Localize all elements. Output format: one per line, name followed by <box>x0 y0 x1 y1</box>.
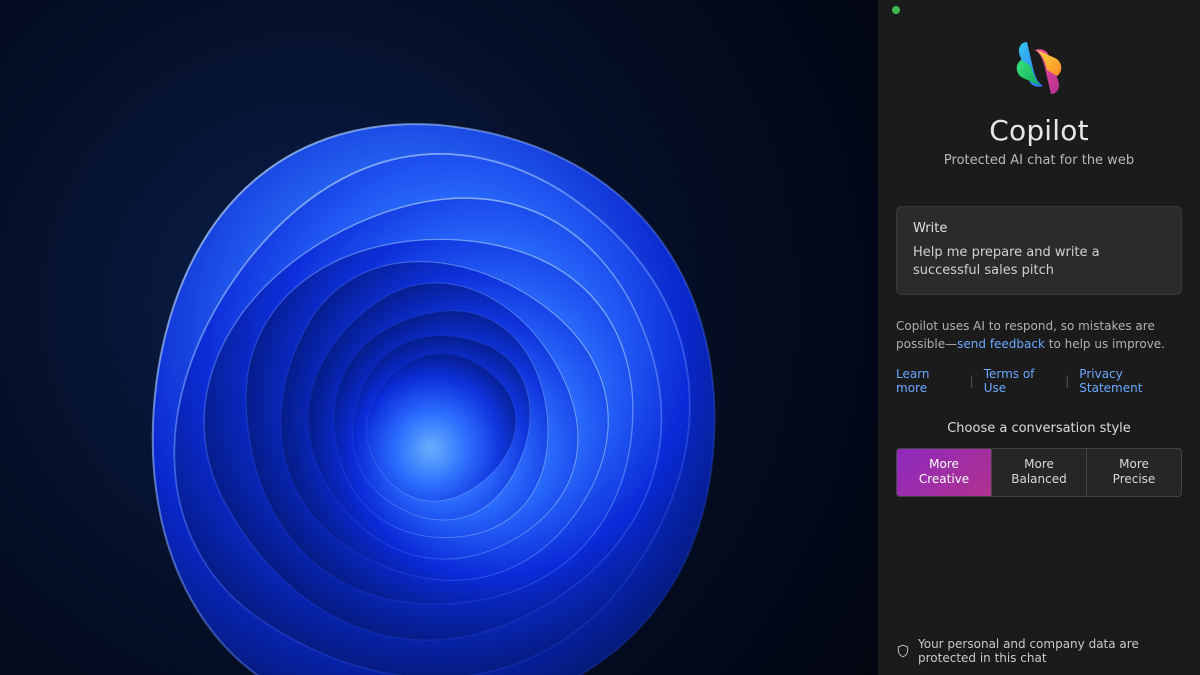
brand-block: Copilot Protected AI chat for the web <box>896 36 1182 168</box>
card-body: Help me prepare and write a successful s… <box>913 244 1165 280</box>
protection-text: Your personal and company data are prote… <box>918 637 1182 665</box>
shield-icon <box>896 644 910 658</box>
style-option-precise[interactable]: More Precise <box>1086 449 1181 496</box>
desktop-wallpaper[interactable] <box>0 0 878 675</box>
card-title: Write <box>913 221 1165 236</box>
disclaimer-suffix: to help us improve. <box>1045 337 1165 351</box>
separator: | <box>1065 374 1069 388</box>
style-option-line1: More <box>901 457 987 472</box>
style-option-line2: Balanced <box>996 472 1082 487</box>
protection-notice: Your personal and company data are prote… <box>896 619 1182 665</box>
style-option-line1: More <box>1091 457 1177 472</box>
brand-subtitle: Protected AI chat for the web <box>944 153 1134 168</box>
terms-link[interactable]: Terms of Use <box>984 367 1056 395</box>
legal-links-row: Learn more | Terms of Use | Privacy Stat… <box>896 367 1182 395</box>
brand-title: Copilot <box>989 114 1089 147</box>
style-option-line1: More <box>996 457 1082 472</box>
separator: | <box>970 374 974 388</box>
status-dot <box>892 6 900 14</box>
bloom-art <box>99 65 779 675</box>
style-option-creative[interactable]: More Creative <box>897 449 991 496</box>
style-option-line2: Precise <box>1091 472 1177 487</box>
style-heading: Choose a conversation style <box>896 421 1182 436</box>
privacy-link[interactable]: Privacy Statement <box>1079 367 1182 395</box>
learn-more-link[interactable]: Learn more <box>896 367 960 395</box>
style-option-line2: Creative <box>901 472 987 487</box>
copilot-logo-icon <box>1007 36 1071 100</box>
copilot-sidebar: Copilot Protected AI chat for the web Wr… <box>878 0 1200 675</box>
style-selector: More Creative More Balanced More Precise <box>896 448 1182 497</box>
prompt-suggestion-card[interactable]: Write Help me prepare and write a succes… <box>896 206 1182 295</box>
style-option-balanced[interactable]: More Balanced <box>991 449 1086 496</box>
disclaimer-text: Copilot uses AI to respond, so mistakes … <box>896 317 1182 353</box>
send-feedback-link[interactable]: send feedback <box>957 337 1045 351</box>
